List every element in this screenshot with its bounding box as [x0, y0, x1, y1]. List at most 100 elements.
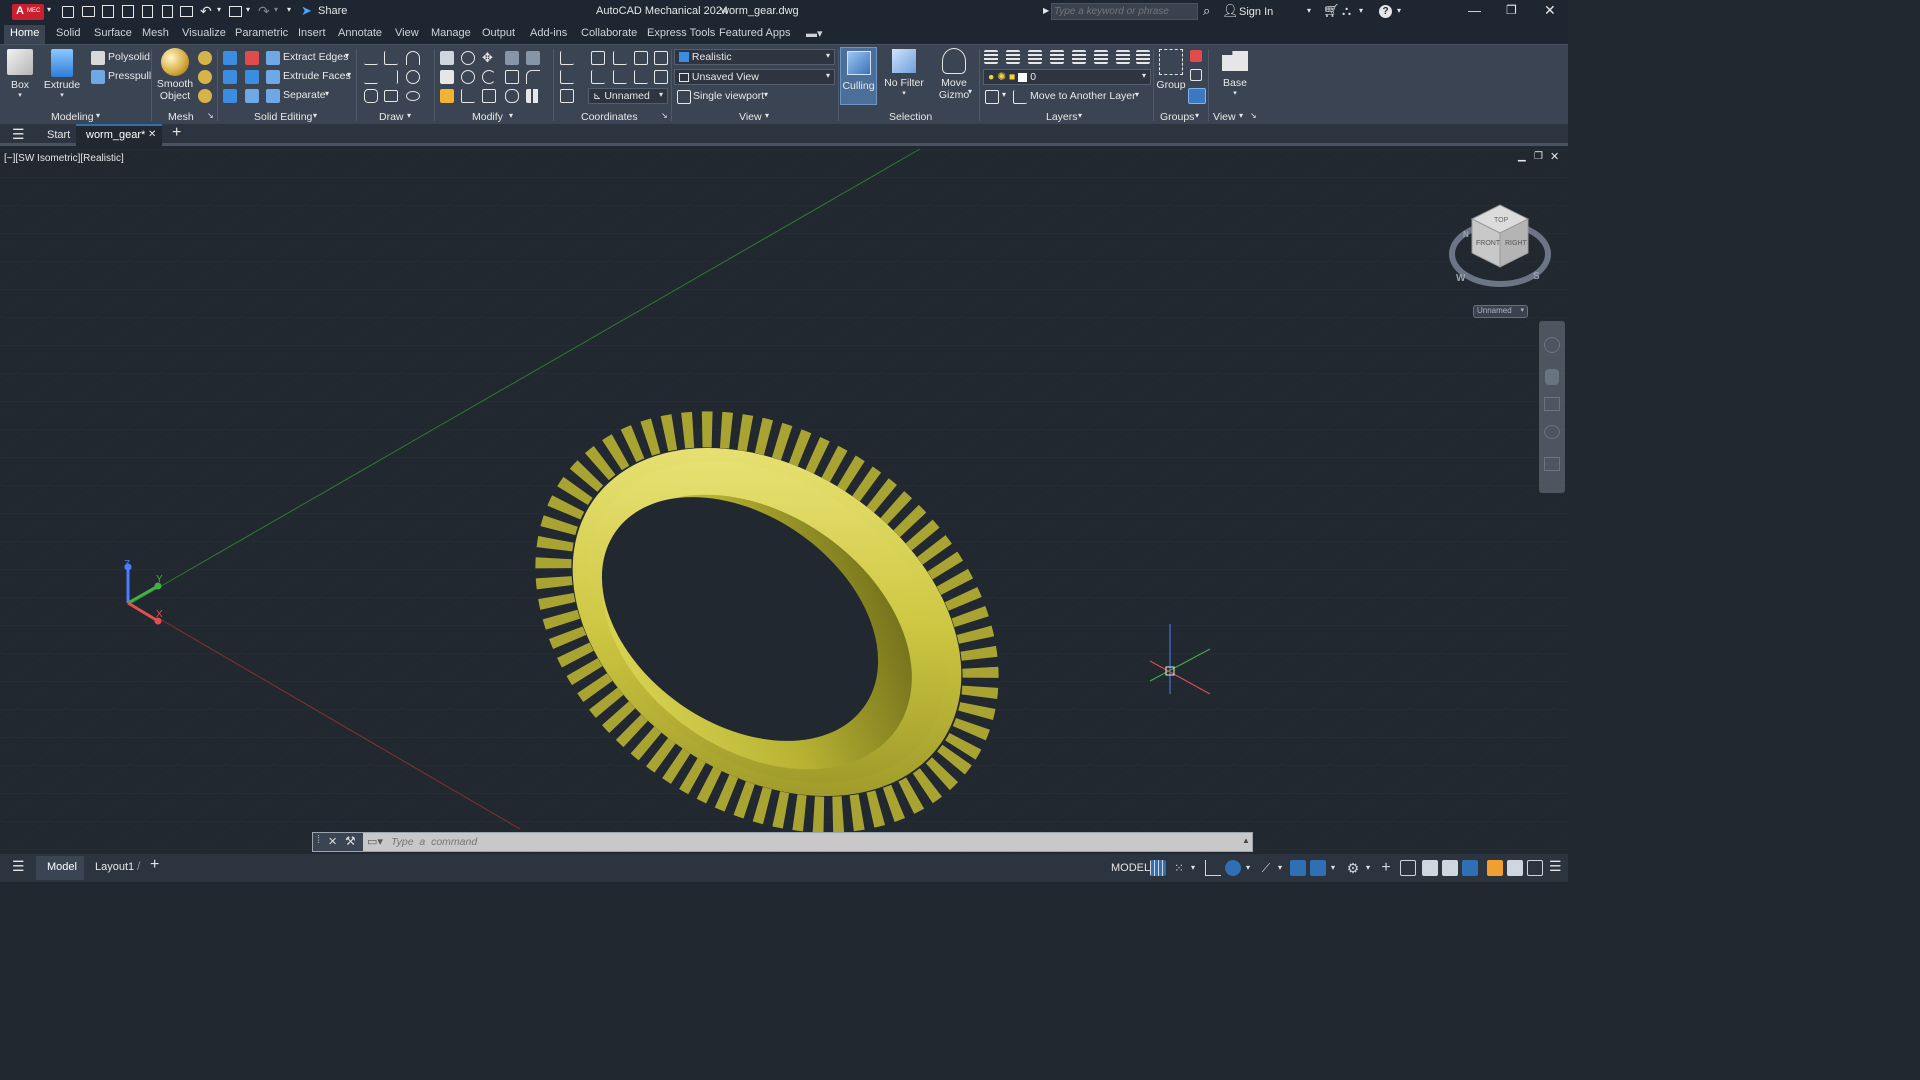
- chevron-down-icon[interactable]: ▾: [217, 5, 221, 14]
- view-panel-title-2[interactable]: View: [1213, 111, 1236, 123]
- chevron-down-icon[interactable]: ▾: [1002, 90, 1006, 99]
- ucs-object-icon[interactable]: [654, 51, 668, 65]
- rotate-icon[interactable]: [482, 70, 496, 84]
- chevron-down-icon[interactable]: ▾: [968, 87, 972, 96]
- quick-properties-icon[interactable]: [1462, 860, 1478, 876]
- presspull-button[interactable]: Presspull: [108, 70, 151, 82]
- command-history-icon[interactable]: ▲: [1242, 836, 1250, 845]
- chevron-down-icon[interactable]: ▾: [47, 5, 51, 14]
- layer-icon[interactable]: [1072, 50, 1086, 64]
- zoom-extents-icon[interactable]: [1544, 397, 1560, 411]
- layer-icon[interactable]: [1006, 50, 1020, 64]
- shell-icon[interactable]: [461, 70, 475, 84]
- new-file-icon[interactable]: [62, 6, 74, 18]
- tab-visualize[interactable]: Visualize: [182, 27, 226, 39]
- tab-output[interactable]: Output: [482, 27, 515, 39]
- grid-icon[interactable]: [1150, 860, 1166, 876]
- chevron-down-icon[interactable]: ▾: [407, 111, 411, 120]
- solid-editing-panel-title[interactable]: Solid Editing: [254, 111, 312, 123]
- line-segment-icon[interactable]: [384, 70, 398, 84]
- menu-icon[interactable]: ☰: [12, 126, 25, 143]
- panel-launcher-icon[interactable]: ↘: [1250, 111, 1257, 120]
- tab-insert[interactable]: Insert: [298, 27, 326, 39]
- tab-parametric[interactable]: Parametric: [235, 27, 288, 39]
- ellipse-icon[interactable]: [406, 91, 420, 101]
- spline-icon[interactable]: [364, 70, 378, 84]
- chevron-down-icon[interactable]: ▾: [1191, 863, 1195, 872]
- showmotion-icon[interactable]: [1544, 457, 1560, 471]
- slice-icon[interactable]: [223, 89, 237, 103]
- chevron-down-icon[interactable]: ▾: [345, 51, 349, 60]
- command-input[interactable]: [391, 834, 1231, 850]
- chevron-down-icon[interactable]: ▾: [1331, 863, 1335, 872]
- add-layout-icon[interactable]: +: [150, 856, 159, 874]
- close-tab-icon[interactable]: ✕: [148, 129, 156, 140]
- ungroup-icon[interactable]: [1190, 50, 1202, 62]
- move-to-another-layer-button[interactable]: Move to Another Layer: [1030, 90, 1136, 102]
- chevron-down-icon[interactable]: ▾: [1246, 863, 1250, 872]
- redo-icon[interactable]: ↷: [258, 3, 270, 20]
- tab-collaborate[interactable]: Collaborate: [581, 27, 637, 39]
- tab-express-tools[interactable]: Express Tools: [647, 27, 715, 39]
- group-button[interactable]: Group: [1155, 49, 1187, 91]
- erase-icon[interactable]: [440, 89, 454, 103]
- ucs-y-icon[interactable]: [613, 70, 627, 84]
- modify-panel-title[interactable]: Modify: [472, 111, 503, 123]
- interfere-icon[interactable]: [245, 70, 259, 84]
- offset-icon[interactable]: [505, 89, 519, 103]
- align-icon[interactable]: [505, 51, 519, 65]
- isodraft-icon[interactable]: ⟋: [1258, 860, 1274, 876]
- autodesk-account-icon[interactable]: ⛬: [1342, 3, 1351, 19]
- polyline-icon[interactable]: [384, 51, 398, 65]
- stretch-icon[interactable]: [461, 89, 475, 103]
- ucs-view-icon[interactable]: [634, 51, 648, 65]
- tab-solid[interactable]: Solid: [56, 27, 80, 39]
- chevron-down-icon[interactable]: ▾: [1359, 6, 1363, 15]
- share-button[interactable]: Share: [318, 5, 347, 17]
- layer-icon[interactable]: [1028, 50, 1042, 64]
- ucs-origin-icon[interactable]: [613, 51, 627, 65]
- model-space-button[interactable]: MODEL: [1111, 862, 1150, 874]
- view-panel-title[interactable]: View: [739, 111, 762, 123]
- chevron-right-icon[interactable]: ▶: [1043, 6, 1049, 15]
- named-view-dropdown[interactable]: Unsaved View ▾: [674, 69, 835, 85]
- snap-icon[interactable]: ⁙: [1171, 860, 1187, 876]
- annotation-monitor-icon[interactable]: [1422, 860, 1438, 876]
- undo-icon[interactable]: ↶: [200, 3, 212, 20]
- smooth-object-button[interactable]: Smooth Object: [155, 48, 195, 102]
- ucs-icon[interactable]: [560, 51, 574, 65]
- circle-icon[interactable]: [406, 70, 420, 84]
- chevron-down-icon[interactable]: ▾: [1135, 90, 1139, 99]
- chevron-down-icon[interactable]: ▾: [1078, 111, 1082, 120]
- user-icon[interactable]: 👤︎: [1222, 3, 1239, 19]
- tab-start[interactable]: Start: [47, 129, 70, 141]
- layer-match-icon[interactable]: [985, 90, 999, 104]
- copy-icon[interactable]: [482, 89, 496, 103]
- customize-menu-icon[interactable]: ☰: [1549, 858, 1562, 875]
- scale-icon[interactable]: [505, 70, 519, 84]
- search-icon[interactable]: ⌕: [1203, 3, 1210, 19]
- viewport-canvas[interactable]: Z Y X TOP FRONT RIGHT W S N: [0, 149, 1568, 854]
- gear-icon[interactable]: ⚙: [1345, 860, 1361, 876]
- extrude-faces-button[interactable]: Extrude Faces: [283, 70, 351, 82]
- sign-in-button[interactable]: Sign In: [1239, 6, 1273, 18]
- mirror-icon[interactable]: [440, 51, 454, 65]
- tab-home[interactable]: Home: [4, 25, 46, 44]
- viewport-controls-label[interactable]: [−][SW Isometric][Realistic]: [4, 153, 124, 164]
- close-icon[interactable]: ✕: [1544, 2, 1556, 19]
- minimize-icon[interactable]: —: [1468, 3, 1481, 18]
- viewcube-top-label[interactable]: TOP: [1494, 217, 1509, 224]
- base-view-button[interactable]: Base ▾: [1216, 51, 1254, 97]
- viewcube-south-label[interactable]: S: [1533, 271, 1540, 282]
- hardware-acceleration-icon[interactable]: [1487, 860, 1503, 876]
- chevron-down-icon[interactable]: ▾: [765, 111, 769, 120]
- chevron-down-icon[interactable]: ▾: [764, 90, 768, 99]
- layer-icon[interactable]: [1050, 50, 1064, 64]
- mesh-box-icon[interactable]: [198, 51, 212, 65]
- object-snap-tracking-icon[interactable]: [1290, 860, 1306, 876]
- box-button[interactable]: Box ▾: [4, 49, 36, 99]
- steering-wheel-icon[interactable]: [1544, 337, 1560, 353]
- ucs-3point-icon[interactable]: [654, 70, 668, 84]
- chevron-down-icon[interactable]: ▾: [1195, 111, 1199, 120]
- help-icon[interactable]: ?: [1379, 5, 1392, 18]
